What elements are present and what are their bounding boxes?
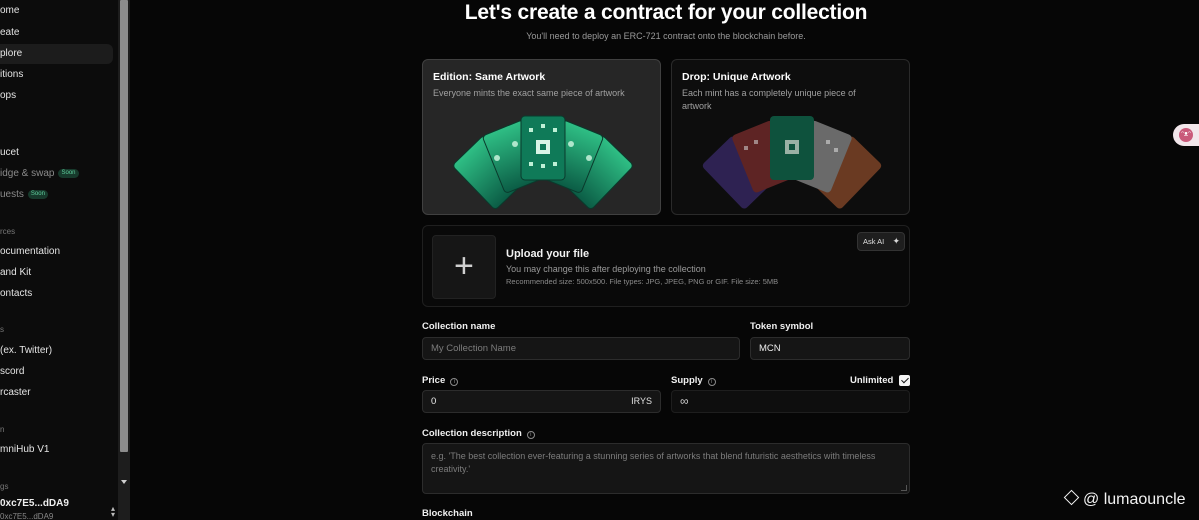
page-subtitle: You'll need to deploy an ERC-721 contrac… <box>526 31 806 41</box>
sidebar-item-create[interactable]: eate <box>0 23 19 43</box>
sidebar-item-farcaster[interactable]: rcaster <box>0 383 31 403</box>
sidebar-item-brand-kit[interactable]: and Kit <box>0 263 31 283</box>
unique-cards-artwork <box>702 116 882 209</box>
sidebar-item-quests[interactable]: uests Soon <box>0 185 48 205</box>
card-description: Everyone mints the exact same piece of a… <box>433 88 625 98</box>
page-title: Let's create a contract for your collect… <box>464 1 868 24</box>
supply-input[interactable]: ∞ <box>671 390 910 413</box>
price-input[interactable]: 0 IRYS <box>422 390 661 413</box>
unlimited-label: Unlimited <box>850 375 894 386</box>
green-cards-artwork <box>453 115 633 210</box>
sidebar-item-discord[interactable]: scord <box>0 362 24 382</box>
upload-title: Upload your file <box>506 248 590 260</box>
upload-recommendation: Recommended size: 500x500. File types: J… <box>506 277 779 286</box>
blockchain-label: Blockchain <box>422 508 473 519</box>
soon-badge: Soon <box>58 169 79 178</box>
drop-type-card[interactable]: Drop: Unique Artwork Each mint has a com… <box>671 59 910 215</box>
price-label: Price i <box>422 375 459 386</box>
diamond-logo-icon <box>1063 489 1080 506</box>
wallet-address[interactable]: 0xc7E5...dDA9 <box>0 498 69 509</box>
sparkle-icon: ✦ <box>892 236 900 246</box>
chevron-up-down-icon[interactable]: ▴ ▾ <box>108 505 118 519</box>
upload-tile[interactable]: + <box>432 235 496 299</box>
sidebar-item-editions[interactable]: itions <box>0 65 23 85</box>
edition-type-card[interactable]: Edition: Same Artwork Everyone mints the… <box>422 59 661 215</box>
resize-handle[interactable] <box>901 485 907 491</box>
token-symbol-label: Token symbol <box>750 321 814 332</box>
sidebar-item-explore[interactable]: plore <box>0 44 113 64</box>
upload-file-area[interactable]: + Upload your file You may change this a… <box>422 225 910 307</box>
sidebar: ome eate plore itions ops ucet idge & sw… <box>0 0 118 520</box>
watermark: @ lumaouncle <box>1063 489 1186 509</box>
info-icon[interactable]: i <box>707 378 716 386</box>
scroll-down-arrow-icon[interactable] <box>121 480 127 484</box>
collection-name-label: Collection name <box>422 321 496 332</box>
soon-badge: Soon <box>27 190 48 199</box>
extension-avatar-icon: ᵔᴥᵔ <box>1179 128 1193 142</box>
token-symbol-input[interactable]: MCN <box>750 337 910 360</box>
info-icon[interactable]: i <box>450 378 459 386</box>
sidebar-item-documentation[interactable]: ocumentation <box>0 242 60 262</box>
sidebar-item-contacts[interactable]: ontacts <box>0 284 32 304</box>
sidebar-item-home[interactable]: ome <box>0 1 19 21</box>
upload-description: You may change this after deploying the … <box>506 264 706 274</box>
collection-description-textarea[interactable]: e.g. 'The best collection ever-featuring… <box>422 443 910 494</box>
sidebar-item-omnihub-v1[interactable]: mniHub V1 <box>0 440 49 460</box>
info-icon[interactable]: i <box>526 431 535 439</box>
sidebar-item-bridge-swap[interactable]: idge & swap Soon <box>0 164 79 184</box>
card-title: Edition: Same Artwork <box>433 71 546 83</box>
card-title: Drop: Unique Artwork <box>682 71 791 83</box>
ask-ai-button[interactable]: Ask AI ✦ <box>857 232 905 251</box>
price-currency: IRYS <box>631 396 652 406</box>
sidebar-item-x-twitter[interactable]: (ex. Twitter) <box>0 341 52 361</box>
collection-description-label: Collection description i <box>422 428 535 439</box>
floating-extension-icon[interactable]: ᵔᴥᵔ <box>1173 124 1199 146</box>
sidebar-item-drops[interactable]: ops <box>0 86 16 106</box>
scrollbar-thumb[interactable] <box>120 0 128 452</box>
sidebar-scrollbar[interactable] <box>118 0 130 520</box>
wallet-address-sub: 0xc7E5...dDA9 <box>0 512 54 520</box>
sidebar-section-resources: rces <box>0 227 16 236</box>
sidebar-item-faucet[interactable]: ucet <box>0 143 19 163</box>
sidebar-section-socials: s <box>0 325 4 334</box>
plus-icon: + <box>454 247 474 285</box>
supply-label: Supply i <box>671 375 716 386</box>
sidebar-section-version: n <box>0 425 5 434</box>
unlimited-checkbox[interactable] <box>899 375 910 386</box>
sidebar-section-settings: gs <box>0 482 9 491</box>
collection-name-input[interactable]: My Collection Name <box>422 337 740 360</box>
